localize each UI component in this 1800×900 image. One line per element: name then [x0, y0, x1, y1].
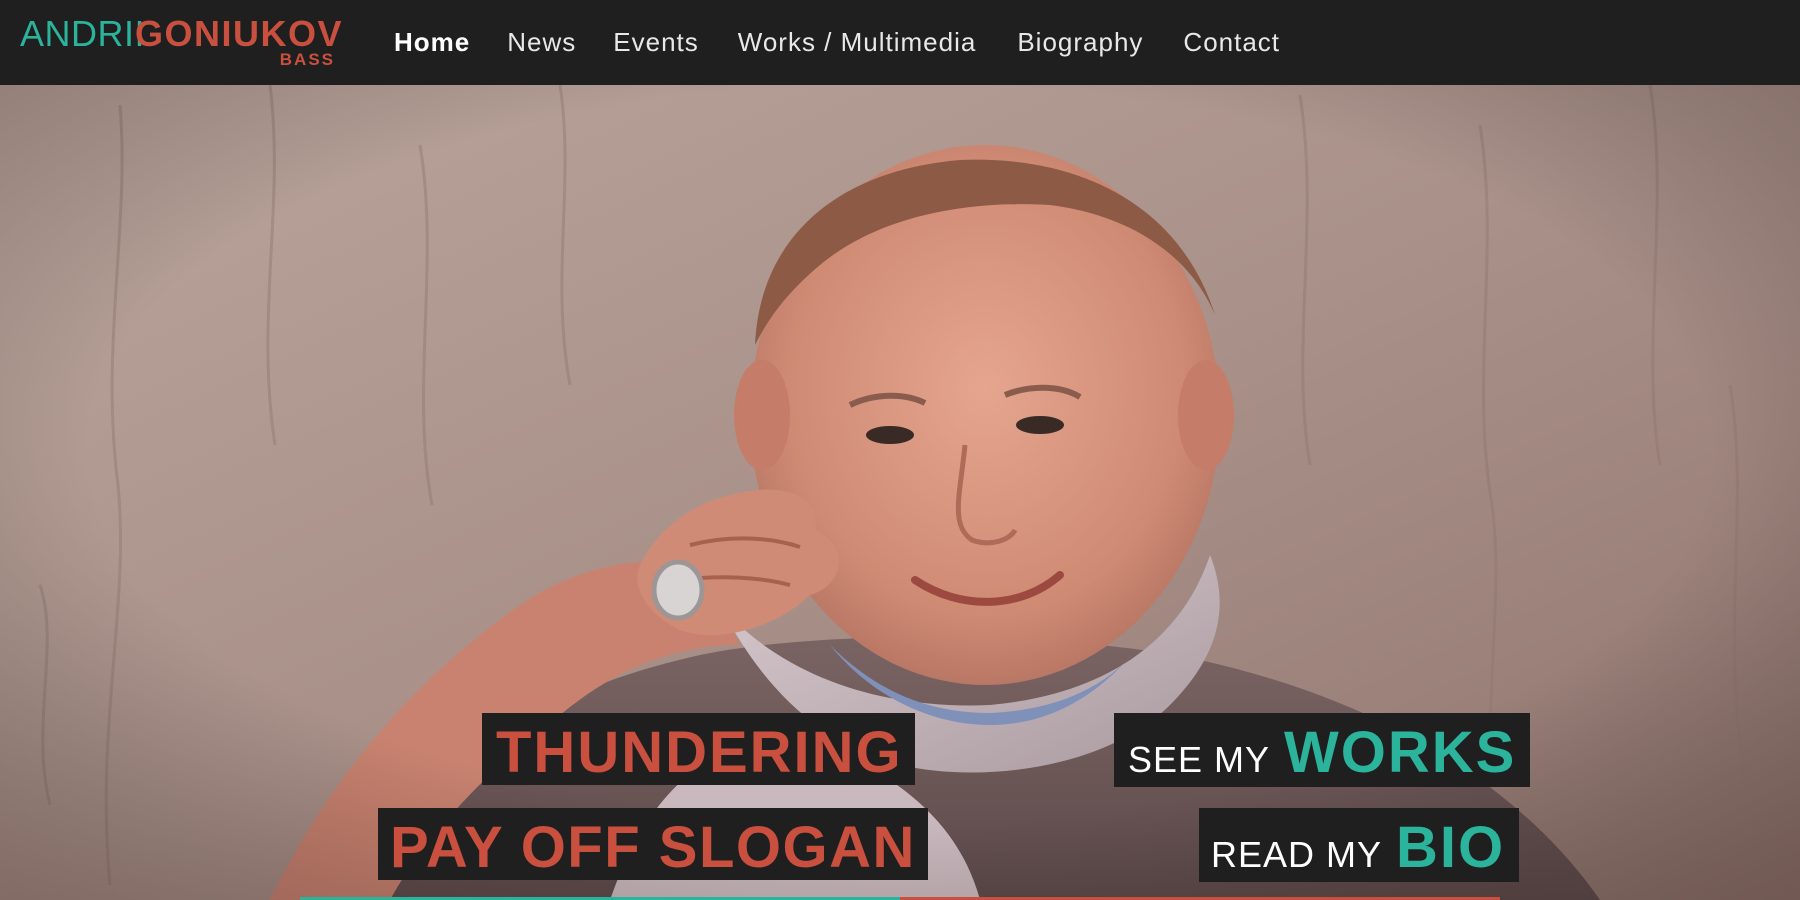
main-nav: Home News Events Works / Multimedia Biog… [394, 0, 1280, 85]
read-my-bio-button[interactable]: READ MY BIO [1199, 808, 1520, 882]
hero-section: THUNDERING PAY OFF SLOGAN SEE MY WORKS R… [0, 85, 1800, 900]
cta-works-highlight: WORKS [1284, 720, 1517, 785]
nav-events[interactable]: Events [613, 27, 699, 58]
nav-biography[interactable]: Biography [1017, 27, 1143, 58]
cta-works-prefix: SEE MY [1128, 739, 1271, 780]
top-navigation-bar: ANDRII GONIUKOV BASS Home News Events Wo… [0, 0, 1800, 85]
nav-contact[interactable]: Contact [1183, 27, 1280, 58]
nav-home[interactable]: Home [394, 27, 470, 58]
logo-last-name: GONIUKOV [135, 13, 344, 54]
slogan-line-1: THUNDERING [482, 713, 915, 785]
cta-bio-prefix: READ MY [1211, 834, 1383, 875]
see-my-works-button[interactable]: SEE MY WORKS [1114, 713, 1531, 787]
logo-voice-type: BASS [279, 50, 335, 69]
nav-news[interactable]: News [507, 27, 576, 58]
logo-first-name: ANDRII [20, 13, 146, 54]
nav-works-multimedia[interactable]: Works / Multimedia [738, 27, 977, 58]
site-logo[interactable]: ANDRII GONIUKOV BASS [20, 14, 350, 70]
slogan-line-2: PAY OFF SLOGAN [378, 808, 928, 880]
cta-bio-highlight: BIO [1396, 815, 1506, 880]
